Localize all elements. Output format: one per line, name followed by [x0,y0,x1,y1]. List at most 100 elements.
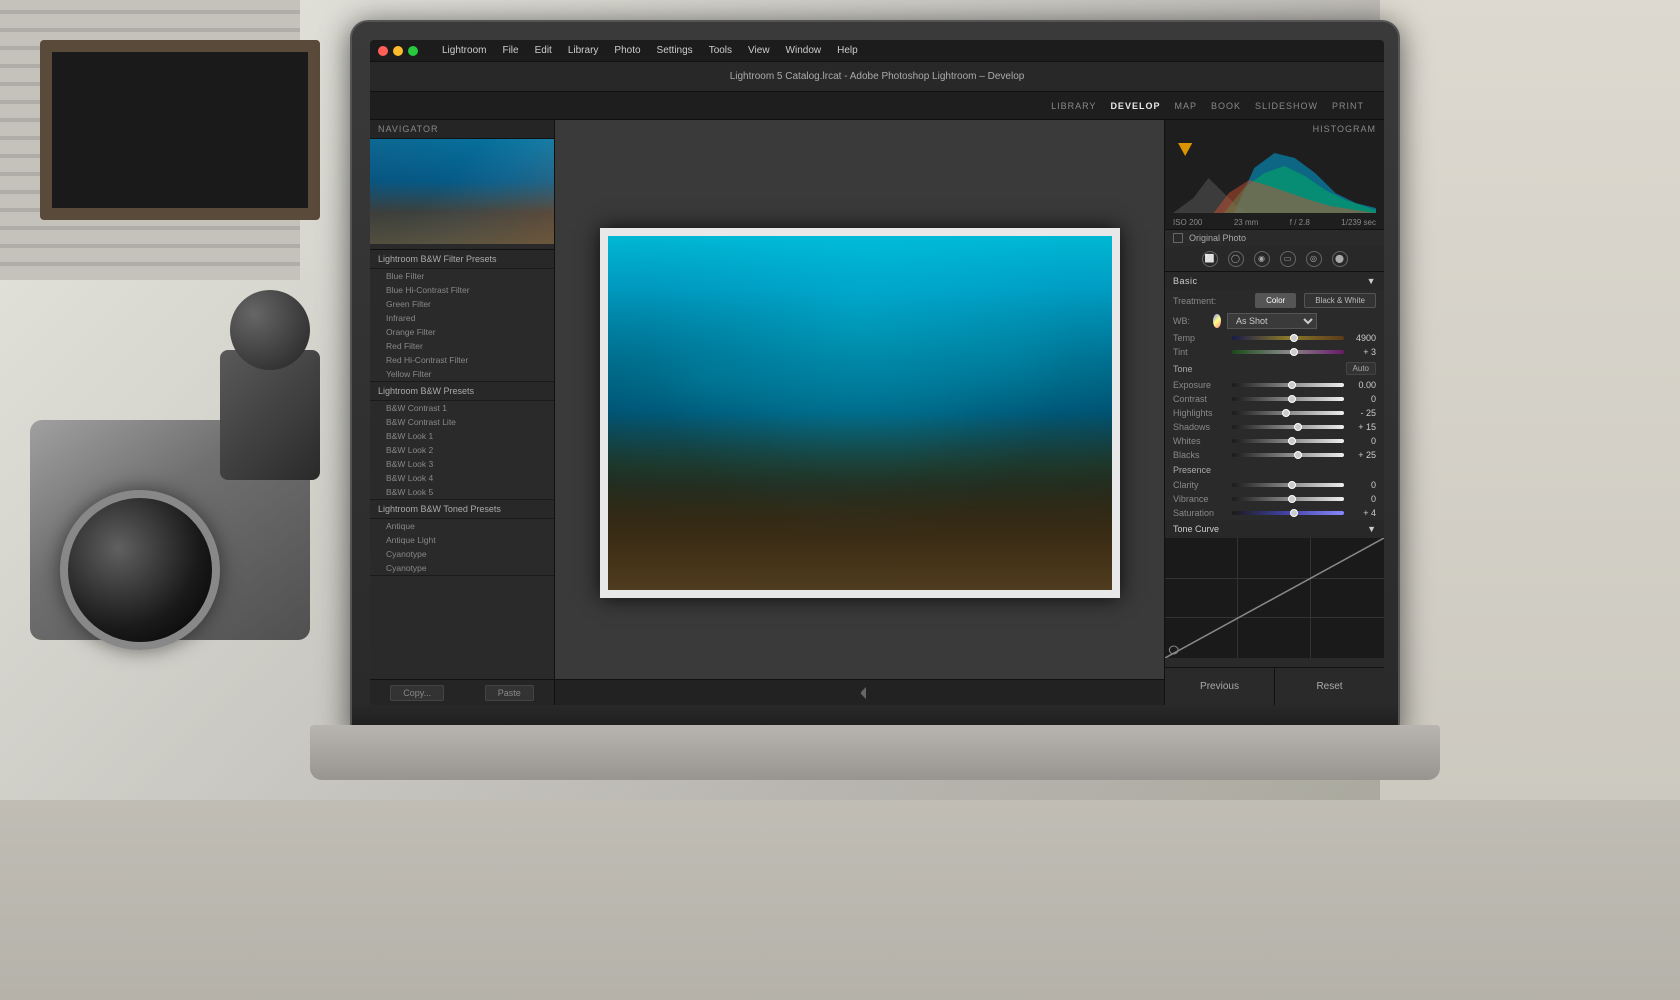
preset-bw-look1[interactable]: B&W Look 1 [370,429,554,443]
blacks-thumb[interactable] [1294,451,1302,459]
preset-orange-filter[interactable]: Orange Filter [370,325,554,339]
menu-tools[interactable]: Tools [709,45,732,56]
reset-button[interactable]: Reset [1275,668,1384,705]
bw-toned-label: Lightroom B&W Toned Presets [378,504,501,514]
menu-photo[interactable]: Photo [614,45,640,56]
vibrance-thumb[interactable] [1288,495,1296,503]
adjustment-brush-tool[interactable]: ⬤ [1332,251,1348,267]
menu-settings[interactable]: Settings [657,45,693,56]
paste-button[interactable]: Paste [485,685,534,701]
radial-filter-tool[interactable]: ◎ [1306,251,1322,267]
exposure-slider[interactable] [1232,383,1344,387]
vibrance-slider[interactable] [1232,497,1344,501]
crop-tool[interactable]: ⬜ [1202,251,1218,267]
highlights-thumb[interactable] [1282,409,1290,417]
clarity-thumb[interactable] [1288,481,1296,489]
menu-file[interactable]: File [502,45,518,56]
module-slideshow[interactable]: SLIDESHOW [1255,101,1318,111]
temp-thumb[interactable] [1290,334,1298,342]
contrast-slider[interactable] [1232,397,1344,401]
navigator-section: Navigator [370,120,554,250]
module-develop[interactable]: DEVELOP [1110,101,1160,111]
red-eye-tool[interactable]: ◉ [1254,251,1270,267]
module-print[interactable]: PRINT [1332,101,1364,111]
histogram-section: Histogram [1165,120,1384,230]
preset-section-bw-filter: Lightroom B&W Filter Presets Blue Filter… [370,250,554,382]
graduated-filter-tool[interactable]: ▭ [1280,251,1296,267]
menu-help[interactable]: Help [837,45,858,56]
original-photo-checkbox[interactable] [1173,233,1183,243]
preset-blue-hi-contrast[interactable]: Blue Hi-Contrast Filter [370,283,554,297]
clarity-slider[interactable] [1232,483,1344,487]
menu-lightroom[interactable]: Lightroom [442,45,486,56]
lens-cap2 [230,290,310,370]
preset-bw-contrast1[interactable]: B&W Contrast 1 [370,401,554,415]
shadows-thumb[interactable] [1294,423,1302,431]
shadows-slider[interactable] [1232,425,1344,429]
saturation-slider[interactable] [1232,511,1344,515]
module-book[interactable]: BOOK [1211,101,1241,111]
preset-cyanotype[interactable]: Cyanotype [370,547,554,561]
basic-panel-title: Basic [1173,276,1198,286]
histogram-meta: ISO 200 23 mm f / 2.8 1/239 sec [1173,218,1376,227]
highlights-slider[interactable] [1232,411,1344,415]
toolbar-arrow-icon[interactable] [854,687,866,699]
right-panel: Histogram [1164,120,1384,705]
tint-thumb[interactable] [1290,348,1298,356]
preset-red-filter[interactable]: Red Filter [370,339,554,353]
module-map[interactable]: MAP [1174,101,1197,111]
bottom-buttons: Previous Reset [1165,667,1384,705]
preset-yellow-filter[interactable]: Yellow Filter [370,367,554,381]
preset-cyanotype2[interactable]: Cyanotype [370,561,554,575]
blacks-slider[interactable] [1232,453,1344,457]
preset-antique[interactable]: Antique [370,519,554,533]
canvas-toolbar [555,679,1164,705]
vibrance-slider-row: Vibrance 0 [1165,492,1384,506]
tone-curve-header[interactable]: Tone Curve ▼ [1165,520,1384,538]
preset-antique-light[interactable]: Antique Light [370,533,554,547]
temp-slider[interactable] [1232,336,1344,340]
preset-section-bw-header[interactable]: Lightroom B&W Presets [370,382,554,401]
saturation-thumb[interactable] [1290,509,1298,517]
preset-bw-look3[interactable]: B&W Look 3 [370,457,554,471]
preset-infrared[interactable]: Infrared [370,311,554,325]
copy-button[interactable]: Copy... [390,685,444,701]
tone-label: Tone [1173,364,1193,374]
color-treatment-button[interactable]: Color [1255,293,1296,308]
basic-panel-header[interactable]: Basic ▼ [1165,272,1384,290]
menu-view[interactable]: View [748,45,770,56]
close-button[interactable] [378,46,388,56]
whites-slider[interactable] [1232,439,1344,443]
tint-slider[interactable] [1232,350,1344,354]
contrast-value: 0 [1348,394,1376,404]
module-library[interactable]: LIBRARY [1051,101,1096,111]
wb-select[interactable]: As ShotAutoDaylightCloudyShadeTungstenFl… [1227,313,1317,329]
preset-bw-look4[interactable]: B&W Look 4 [370,471,554,485]
contrast-thumb[interactable] [1288,395,1296,403]
vibrance-label: Vibrance [1173,494,1228,504]
preset-section-bw-toned-header[interactable]: Lightroom B&W Toned Presets [370,500,554,519]
eyedropper-icon[interactable] [1213,314,1221,328]
spot-removal-tool[interactable]: ◯ [1228,251,1244,267]
menu-library[interactable]: Library [568,45,599,56]
menubar: Lightroom File Edit Library Photo Settin… [370,40,1384,62]
preset-blue-filter[interactable]: Blue Filter [370,269,554,283]
preset-bw-contrast-lite[interactable]: B&W Contrast Lite [370,415,554,429]
exposure-thumb[interactable] [1288,381,1296,389]
minimize-button[interactable] [393,46,403,56]
preset-green-filter[interactable]: Green Filter [370,297,554,311]
preset-bw-look5[interactable]: B&W Look 5 [370,485,554,499]
menu-edit[interactable]: Edit [535,45,552,56]
maximize-button[interactable] [408,46,418,56]
previous-button[interactable]: Previous [1165,668,1275,705]
presence-section-heading: Presence [1165,462,1384,478]
preset-bw-look2[interactable]: B&W Look 2 [370,443,554,457]
main-photo [600,228,1120,598]
saturation-slider-row: Saturation + 4 [1165,506,1384,520]
bw-treatment-button[interactable]: Black & White [1304,293,1376,308]
preset-section-bw-filter-header[interactable]: Lightroom B&W Filter Presets [370,250,554,269]
whites-thumb[interactable] [1288,437,1296,445]
auto-tone-button[interactable]: Auto [1346,362,1376,375]
menu-window[interactable]: Window [786,45,822,56]
preset-red-hi-contrast[interactable]: Red Hi-Contrast Filter [370,353,554,367]
